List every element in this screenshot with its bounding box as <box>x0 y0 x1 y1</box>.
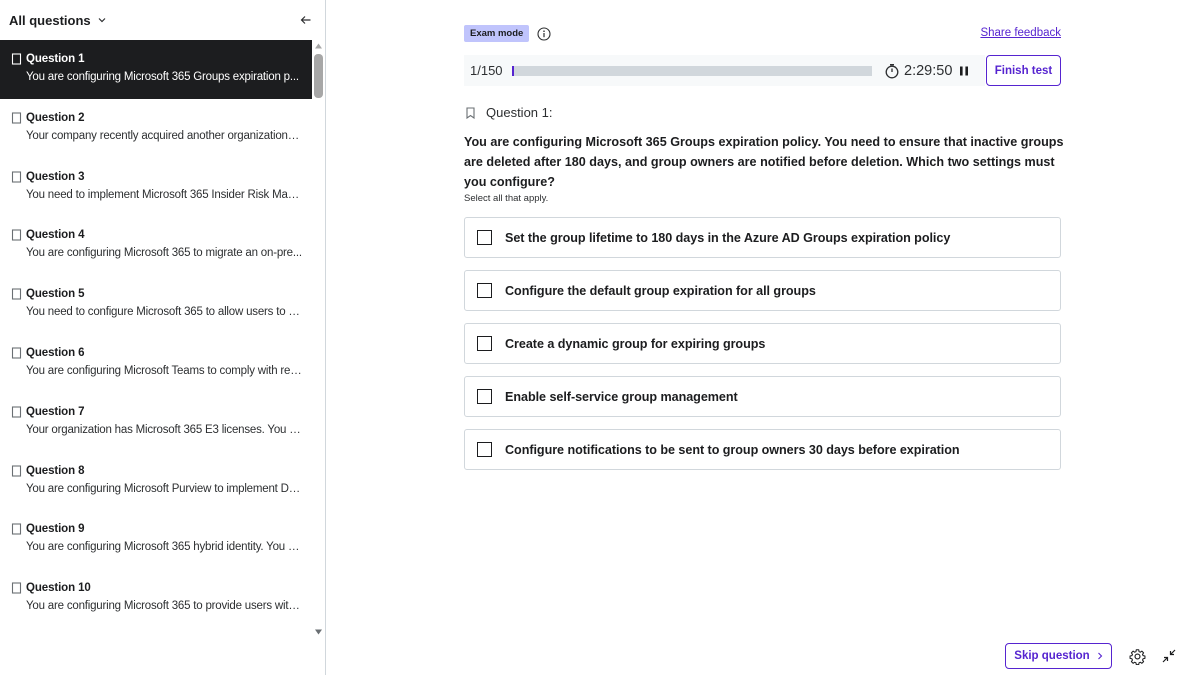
question-list-item-10[interactable]: Question 10 You are configuring Microsof… <box>0 569 312 628</box>
question-list-item-6[interactable]: Question 6 You are configuring Microsoft… <box>0 334 312 393</box>
answer-option-5[interactable]: Configure notifications to be sent to gr… <box>464 429 1061 470</box>
question-item-preview: Your company recently acquired another o… <box>26 129 302 142</box>
question-item-label: Question 8 <box>26 464 85 477</box>
answer-option-2[interactable]: Configure the default group expiration f… <box>464 270 1061 311</box>
answer-option-label: Enable self-service group management <box>505 389 738 404</box>
sidebar-scrollbar[interactable] <box>312 40 325 638</box>
question-item-label: Question 9 <box>26 523 85 536</box>
question-sidebar: All questions Question 1 You are configu… <box>0 0 326 675</box>
answer-checkbox[interactable] <box>477 442 492 457</box>
all-questions-dropdown[interactable]: All questions <box>9 13 107 28</box>
chevron-down-icon <box>98 18 106 23</box>
gear-icon[interactable] <box>1129 648 1146 665</box>
share-feedback-link[interactable]: Share feedback <box>980 27 1061 39</box>
bookmark-icon[interactable] <box>11 406 22 418</box>
answer-option-3[interactable]: Create a dynamic group for expiring grou… <box>464 323 1061 364</box>
chevron-right-icon <box>1097 652 1102 660</box>
question-list-item-8[interactable]: Question 8 You are configuring Microsoft… <box>0 452 312 511</box>
skip-question-label: Skip question <box>1014 650 1090 662</box>
timer: 2:29:50 <box>904 62 953 79</box>
scroll-down-arrow-icon[interactable] <box>314 628 323 636</box>
question-item-label: Question 1 <box>26 53 85 65</box>
question-panel: Exam mode Share feedback 1/150 2:29:50 F… <box>327 0 1200 675</box>
bookmark-icon[interactable] <box>11 347 22 359</box>
answer-option-1[interactable]: Set the group lifetime to 180 days in th… <box>464 217 1061 258</box>
answer-option-label: Create a dynamic group for expiring grou… <box>505 336 766 351</box>
question-list-item-7[interactable]: Question 7 Your organization has Microso… <box>0 393 312 452</box>
bookmark-icon[interactable] <box>11 523 22 535</box>
answer-option-4[interactable]: Enable self-service group management <box>464 376 1061 417</box>
collapse-sidebar-button[interactable] <box>297 11 315 29</box>
question-item-label: Question 10 <box>26 582 91 595</box>
bookmark-icon[interactable] <box>11 53 22 65</box>
answer-checkbox[interactable] <box>477 230 492 245</box>
bookmark-icon[interactable] <box>11 582 22 594</box>
question-hint: Select all that apply. <box>464 193 549 204</box>
question-item-preview: Your organization has Microsoft 365 E3 l… <box>26 423 302 436</box>
question-list-item-3[interactable]: Question 3 You need to implement Microso… <box>0 158 312 217</box>
stopwatch-icon <box>885 63 899 78</box>
sidebar-title: All questions <box>9 12 91 28</box>
answer-checkbox[interactable] <box>477 389 492 404</box>
bookmark-icon[interactable] <box>11 171 22 183</box>
question-item-label: Question 2 <box>26 111 85 124</box>
answer-checkbox[interactable] <box>477 283 492 298</box>
minimize-icon[interactable] <box>1162 649 1176 663</box>
question-item-preview: You need to configure Microsoft 365 to a… <box>26 306 302 319</box>
progress-count: 1/150 <box>470 63 503 78</box>
progress-track <box>512 65 872 76</box>
info-icon[interactable] <box>537 27 551 41</box>
question-heading: Question 1: <box>465 105 553 120</box>
bookmark-icon[interactable] <box>11 229 22 241</box>
question-item-label: Question 4 <box>26 229 85 242</box>
question-item-label: Question 3 <box>26 170 85 183</box>
question-item-preview: You are configuring Microsoft 365 Groups… <box>26 71 299 83</box>
question-item-preview: You need to implement Microsoft 365 Insi… <box>26 188 302 201</box>
question-list: Question 1 You are configuring Microsoft… <box>0 40 312 638</box>
answer-checkbox[interactable] <box>477 336 492 351</box>
collapse-arrow-icon <box>300 16 311 24</box>
answer-option-label: Configure the default group expiration f… <box>505 283 816 298</box>
scroll-up-arrow-icon[interactable] <box>314 42 323 50</box>
question-list-item-1[interactable]: Question 1 You are configuring Microsoft… <box>0 40 312 99</box>
question-number: Question 1: <box>486 105 553 120</box>
question-item-label: Question 6 <box>26 346 85 359</box>
question-item-preview: You are configuring Microsoft 365 to mig… <box>26 247 302 260</box>
question-item-preview: You are configuring Microsoft Purview to… <box>26 482 302 495</box>
bookmark-icon[interactable] <box>465 106 476 119</box>
skip-question-button[interactable]: Skip question <box>1005 643 1112 669</box>
question-item-preview: You are configuring Microsoft Teams to c… <box>26 364 302 377</box>
bookmark-icon[interactable] <box>11 288 22 300</box>
question-item-preview: You are configuring Microsoft 365 to pro… <box>26 600 302 613</box>
question-item-label: Question 7 <box>26 405 85 418</box>
question-list-item-2[interactable]: Question 2 Your company recently acquire… <box>0 99 312 158</box>
question-list-item-4[interactable]: Question 4 You are configuring Microsoft… <box>0 216 312 275</box>
answer-option-label: Configure notifications to be sent to gr… <box>505 442 960 457</box>
progress-bar-row: 1/150 2:29:50 <box>464 55 985 86</box>
bookmark-icon[interactable] <box>11 465 22 477</box>
question-list-item-9[interactable]: Question 9 You are configuring Microsoft… <box>0 510 312 569</box>
answer-option-label: Set the group lifetime to 180 days in th… <box>505 230 951 245</box>
scrollbar-thumb[interactable] <box>314 54 323 98</box>
exam-mode-badge: Exam mode <box>464 25 530 42</box>
finish-test-button[interactable]: Finish test <box>986 55 1061 86</box>
bookmark-icon[interactable] <box>11 112 22 124</box>
answer-options: Set the group lifetime to 180 days in th… <box>464 217 1061 482</box>
pause-icon[interactable] <box>958 65 970 77</box>
question-item-label: Question 5 <box>26 288 85 301</box>
question-list-item-5[interactable]: Question 5 You need to configure Microso… <box>0 275 312 334</box>
question-item-preview: You are configuring Microsoft 365 hybrid… <box>26 541 302 554</box>
sidebar-header: All questions <box>0 0 325 40</box>
progress-fill <box>512 65 515 76</box>
question-text: You are configuring Microsoft 365 Groups… <box>464 135 1064 189</box>
